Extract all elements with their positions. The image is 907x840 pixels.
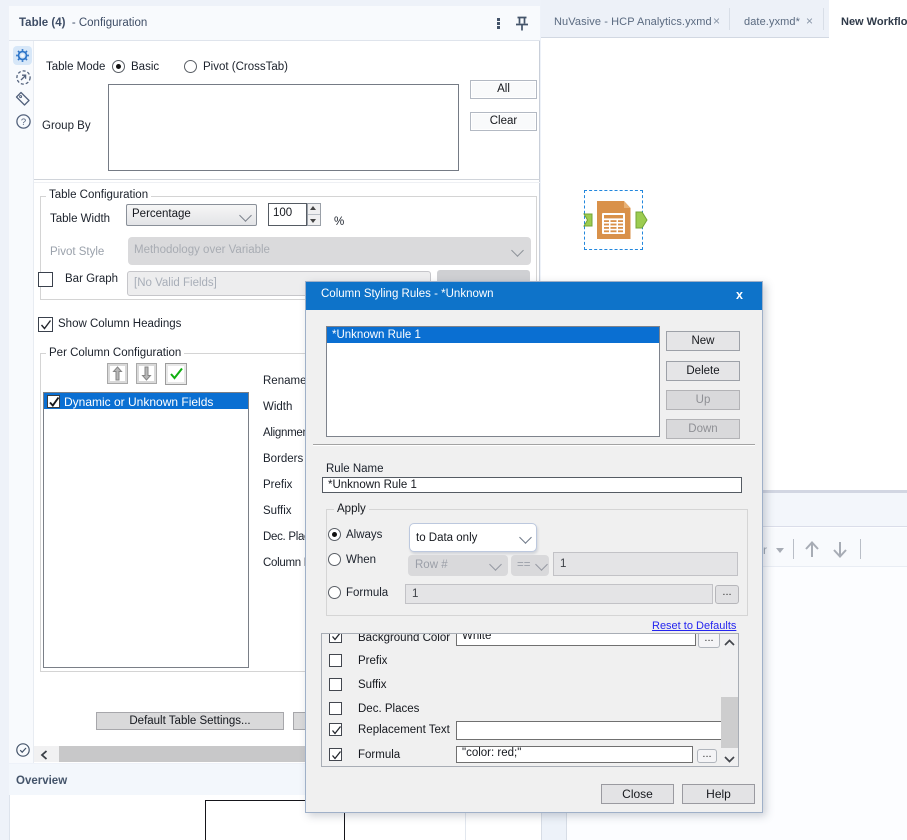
svg-text:?: ? (21, 117, 26, 128)
